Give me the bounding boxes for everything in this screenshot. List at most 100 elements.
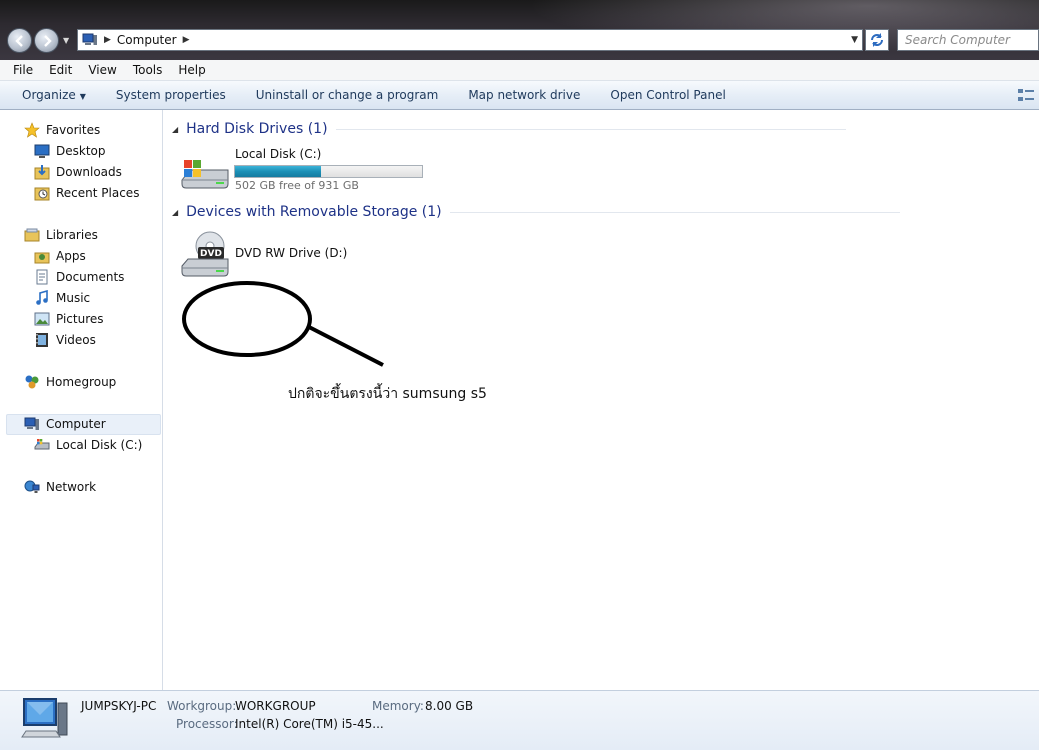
processor-label: Processor: [176, 717, 238, 731]
collapse-triangle-icon[interactable]: ◢ [172, 125, 178, 134]
pictures-icon [34, 312, 50, 326]
group-divider [449, 211, 900, 213]
nav-computer-label: Computer [46, 417, 106, 431]
title-bar: ▼ ▶ Computer ▶ ▼ Search Computer [0, 0, 1039, 60]
workgroup-label: Workgroup: [167, 699, 237, 713]
libraries-icon [24, 228, 40, 242]
nav-network-label: Network [46, 480, 97, 494]
recent-pages-dropdown[interactable]: ▼ [63, 36, 72, 45]
menu-view[interactable]: View [88, 63, 116, 77]
downloads-folder-icon [34, 165, 50, 180]
hard-disk-icon [34, 439, 50, 450]
workgroup-value: WORKGROUP [235, 699, 316, 713]
nav-local-disk-label: Local Disk (C:) [56, 438, 143, 452]
computer-icon [82, 33, 97, 45]
nav-recent-label: Recent Places [56, 186, 140, 200]
hard-disk-icon [181, 160, 229, 189]
chevron-down-icon: ▼ [79, 92, 86, 101]
nav-desktop[interactable]: Desktop [34, 141, 106, 161]
nav-network[interactable]: Network [24, 477, 96, 497]
network-icon [24, 480, 40, 493]
nav-homegroup[interactable]: Homegroup [24, 372, 116, 392]
refresh-icon [871, 33, 883, 47]
menu-tools[interactable]: Tools [133, 63, 163, 77]
nav-pictures-label: Pictures [56, 312, 104, 326]
uninstall-program-button[interactable]: Uninstall or change a program [256, 88, 439, 102]
nav-computer[interactable]: Computer [24, 414, 106, 434]
group-divider [335, 128, 846, 130]
dvd-drive-icon: DVD [181, 231, 229, 277]
organize-button[interactable]: Organize ▼ [22, 88, 86, 102]
nav-homegroup-label: Homegroup [46, 375, 117, 389]
system-properties-button[interactable]: System properties [116, 88, 226, 102]
memory-label: Memory: [372, 699, 424, 713]
forward-arrow-icon [44, 35, 52, 47]
drive-c-usage-bar [234, 165, 423, 178]
nav-desktop-label: Desktop [56, 144, 106, 158]
navigation-pane: Favorites Desktop Downloads Recent Place… [0, 110, 163, 690]
drive-c-free-space: 502 GB free of 931 GB [235, 179, 359, 192]
address-bar[interactable]: ▶ Computer ▶ ▼ [77, 29, 863, 51]
refresh-button[interactable] [865, 29, 889, 51]
details-pane: JUMPSKYJ-PC Workgroup: WORKGROUP Memory:… [0, 690, 1039, 750]
menu-file[interactable]: File [13, 63, 33, 77]
nav-downloads-label: Downloads [56, 165, 122, 179]
address-dropdown-icon[interactable]: ▼ [851, 35, 858, 45]
nav-libraries[interactable]: Libraries [24, 225, 98, 245]
nav-local-disk[interactable]: Local Disk (C:) [34, 435, 142, 455]
desktop-icon [34, 144, 50, 158]
menu-edit[interactable]: Edit [49, 63, 72, 77]
videos-icon [36, 333, 48, 347]
change-view-icon[interactable] [1017, 87, 1035, 104]
nav-videos-label: Videos [56, 333, 96, 347]
nav-apps-label: Apps [56, 249, 86, 263]
processor-value: Intel(R) Core(TM) i5-45... [235, 717, 384, 731]
nav-libraries-label: Libraries [46, 228, 98, 242]
group-hdd-title: Hard Disk Drives (1) [186, 121, 328, 137]
memory-value: 8.00 GB [425, 699, 474, 713]
nav-downloads[interactable]: Downloads [34, 162, 122, 182]
menu-bar: File Edit View Tools Help [0, 60, 1039, 81]
nav-favorites[interactable]: Favorites [24, 120, 100, 140]
organize-label: Organize [22, 88, 76, 102]
group-hard-disk-drives[interactable]: ◢ Hard Disk Drives (1) [172, 121, 846, 137]
documents-icon [36, 269, 48, 285]
command-bar: Organize ▼ System properties Uninstall or… [0, 81, 1039, 110]
breadcrumb-separator-icon[interactable]: ▶ [183, 35, 190, 45]
dvd-icon-label: DVD [200, 249, 222, 259]
group-removable-storage[interactable]: ◢ Devices with Removable Storage (1) [172, 204, 900, 220]
nav-documents[interactable]: Documents [34, 267, 124, 287]
back-arrow-icon [15, 35, 23, 47]
nav-videos[interactable]: Videos [34, 330, 96, 350]
drive-d-name: DVD RW Drive (D:) [235, 246, 348, 260]
nav-apps[interactable]: Apps [34, 246, 86, 266]
collapse-triangle-icon[interactable]: ◢ [172, 208, 178, 217]
music-icon [36, 290, 48, 305]
star-icon [24, 122, 40, 138]
map-network-drive-button[interactable]: Map network drive [468, 88, 580, 102]
hand-drawn-circle-annotation [182, 281, 384, 367]
open-control-panel-button[interactable]: Open Control Panel [610, 88, 725, 102]
computer-icon [24, 417, 39, 430]
nav-favorites-label: Favorites [46, 123, 101, 137]
recent-places-icon [34, 187, 50, 201]
homegroup-icon [25, 375, 39, 389]
pc-name: JUMPSKYJ-PC [81, 699, 157, 713]
nav-documents-label: Documents [56, 270, 125, 284]
forward-button[interactable] [34, 28, 59, 53]
group-removable-title: Devices with Removable Storage (1) [186, 204, 442, 220]
menu-help[interactable]: Help [178, 63, 205, 77]
nav-recent-places[interactable]: Recent Places [34, 183, 139, 203]
apps-library-icon [34, 252, 50, 264]
nav-pictures[interactable]: Pictures [34, 309, 104, 329]
annotation-text: ปกติจะขึ้นตรงนี้ว่า sumsung s5 [288, 386, 487, 402]
back-button[interactable] [7, 28, 32, 53]
drive-c-usage-fill [235, 166, 322, 177]
breadcrumb-separator-icon[interactable]: ▶ [104, 35, 111, 45]
nav-music[interactable]: Music [34, 288, 90, 308]
search-input[interactable]: Search Computer [897, 29, 1039, 51]
nav-music-label: Music [56, 291, 91, 305]
breadcrumb-computer[interactable]: Computer [117, 33, 177, 47]
drive-c-name: Local Disk (C:) [235, 147, 322, 161]
computer-icon [21, 698, 68, 738]
